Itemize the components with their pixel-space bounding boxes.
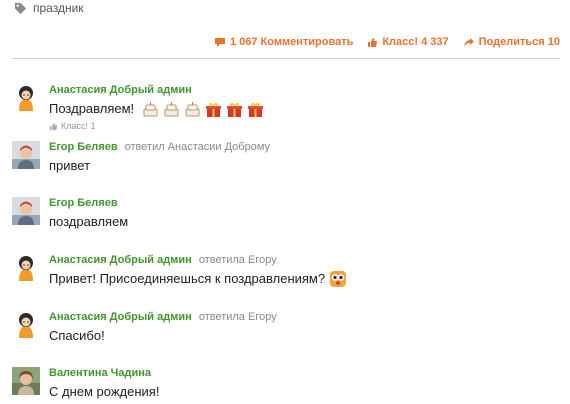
admin-avatar[interactable] — [12, 311, 40, 339]
comment-text: Спасибо! — [49, 328, 105, 343]
comment-label: Комментировать — [260, 36, 354, 48]
comment: Валентина Чадина С днем рождения! — [12, 367, 560, 401]
comment-author[interactable]: Анастасия Добрый админ — [49, 84, 192, 96]
comment-author[interactable]: Анастасия Добрый админ — [49, 311, 192, 323]
klass-label: Класс! — [382, 36, 419, 48]
owl-smiley-icon — [330, 271, 347, 287]
admin-avatar[interactable] — [12, 254, 40, 282]
klass-mini-button[interactable]: Класс! 1 — [49, 121, 560, 131]
comment-text: поздравляем — [49, 214, 129, 229]
comment-text: С днем рождения! — [49, 384, 160, 399]
comment-author[interactable]: Егор Беляев — [49, 197, 118, 209]
share-icon — [463, 37, 474, 47]
user-photo-avatar[interactable] — [12, 141, 40, 169]
divider — [12, 58, 560, 59]
comment-author[interactable]: Валентина Чадина — [49, 367, 151, 379]
tag-icon — [14, 2, 27, 14]
comment: Анастасия Добрый админ Поздравляем! Клас… — [12, 84, 560, 134]
user-photo-avatar[interactable] — [12, 197, 40, 225]
user-photo-avatar[interactable] — [12, 367, 40, 395]
cake-icon — [143, 101, 158, 116]
comment-text: Поздравляем! — [49, 101, 135, 116]
admin-avatar[interactable] — [12, 84, 40, 112]
share-button[interactable]: Поделиться 10 — [463, 36, 560, 48]
gift-icon — [248, 102, 264, 117]
reply-to-label: ответил Анастасии Доброму — [124, 141, 271, 153]
comment-icon — [214, 37, 225, 47]
thumbs-up-icon — [368, 37, 378, 47]
gift-icon — [227, 102, 243, 117]
comment-text: привет — [49, 158, 91, 173]
comment-button[interactable]: 1 067 Комментировать — [214, 36, 353, 48]
comment-text: Привет! Присоединяешься к поздравлениям? — [49, 271, 326, 286]
share-count: 10 — [547, 36, 560, 48]
thumbs-up-icon — [49, 122, 58, 130]
comment-count: 1 067 — [229, 36, 258, 48]
comment-author[interactable]: Анастасия Добрый админ — [49, 254, 192, 266]
reply-to-label: ответила Егору — [198, 254, 277, 266]
gift-icon — [206, 102, 222, 117]
klass-mini-label: Класс! 1 — [61, 121, 96, 131]
klass-button[interactable]: Класс! 4 337 — [367, 36, 449, 48]
action-bar: 1 067 Комментировать Класс! 4 337 Подели… — [200, 34, 560, 50]
comment-author[interactable]: Егор Беляев — [49, 141, 118, 153]
tag-row[interactable]: праздник — [14, 1, 84, 15]
cake-icon — [164, 101, 179, 116]
cake-icon — [185, 101, 200, 116]
comment: Егор Беляев ответил Анастасии Доброму пр… — [12, 141, 560, 175]
comment: Анастасия Добрый админ ответила Егору Сп… — [12, 311, 560, 345]
comment: Егор Беляев поздравляем — [12, 197, 560, 231]
share-label: Поделиться — [478, 36, 545, 48]
comment: Анастасия Добрый админ ответила Егору Пр… — [12, 254, 560, 288]
tag-label: праздник — [33, 1, 84, 15]
reply-to-label: ответила Егору — [198, 311, 277, 323]
klass-count: 4 337 — [421, 36, 449, 48]
